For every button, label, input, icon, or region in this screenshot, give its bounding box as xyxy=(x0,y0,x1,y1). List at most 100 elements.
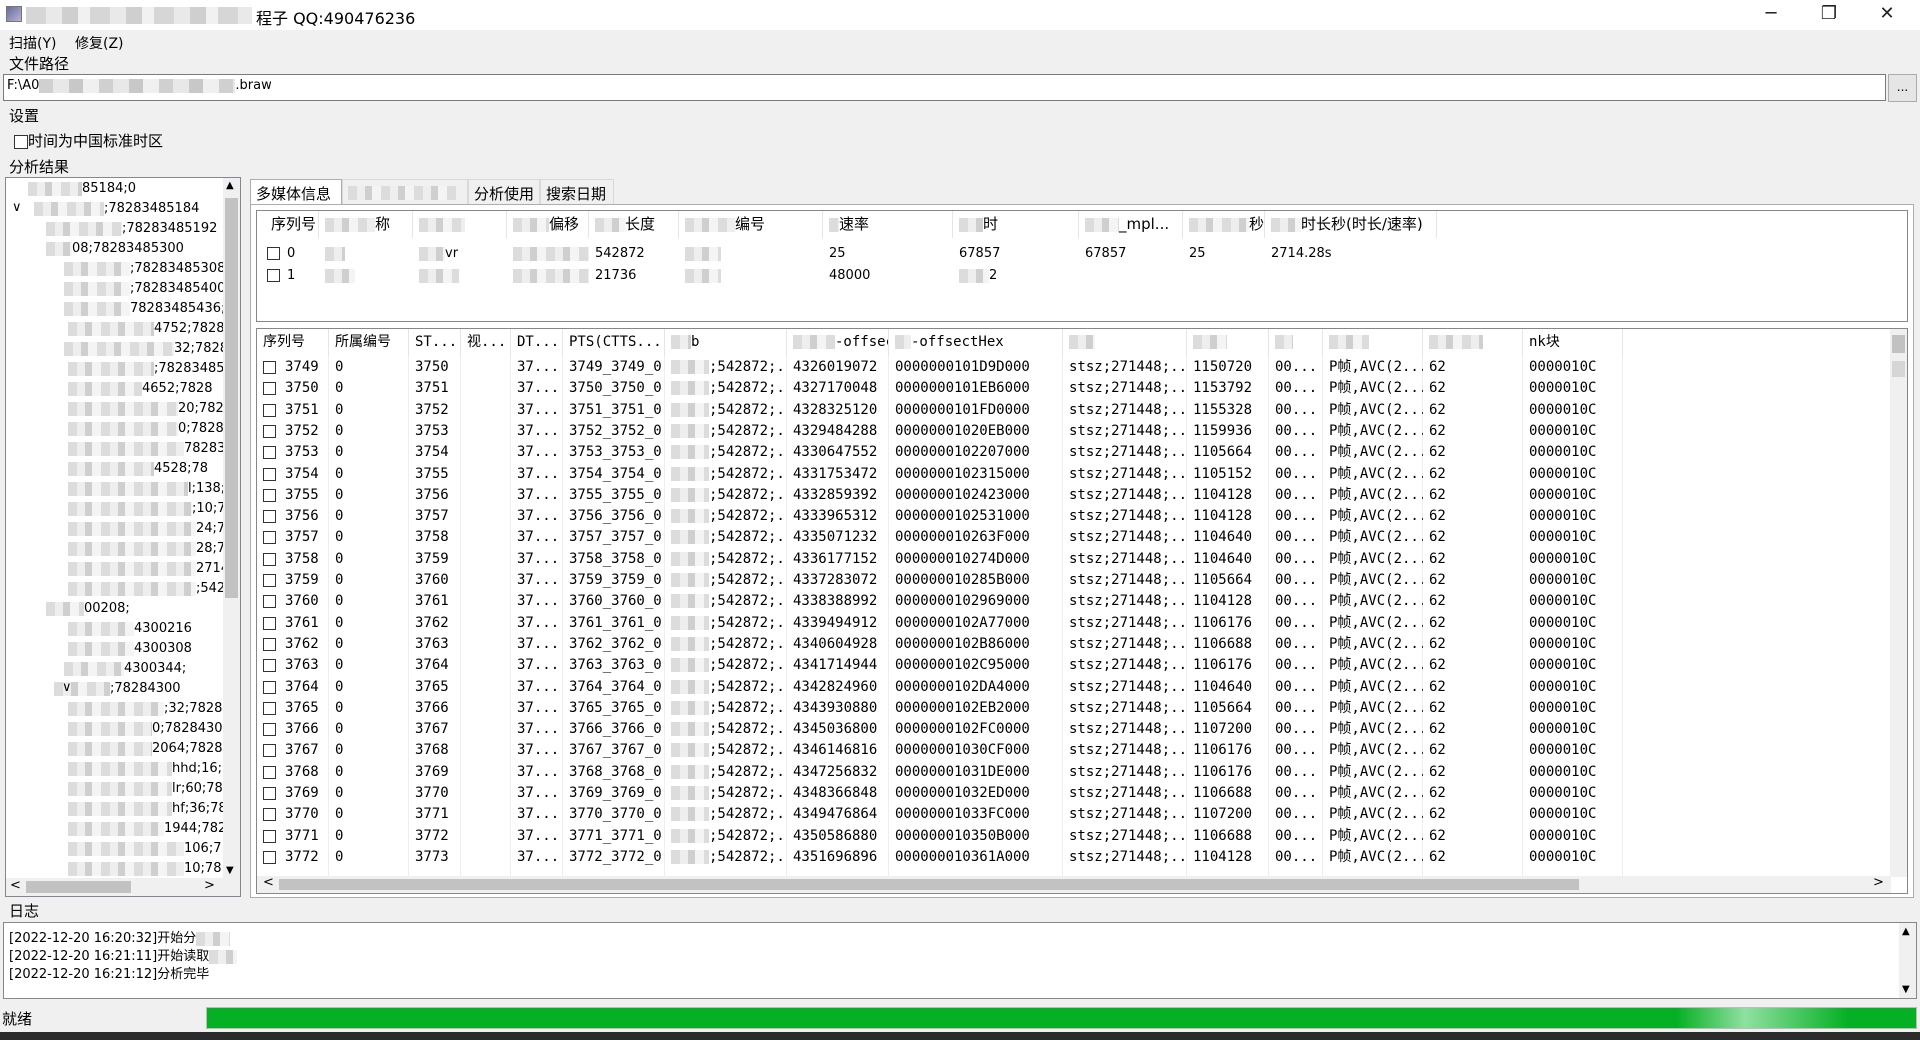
tree-node[interactable]: 78283 xyxy=(68,441,225,456)
top-col-header[interactable]: 时 xyxy=(953,211,1079,238)
table-row[interactable]: 3751 0 3752 37... 3751_3751_0 ;542872;... 4328… xyxy=(257,400,1891,421)
sample-table[interactable]: 序列号 所属编号 ST... 视... DT... PTS(CTTS... b -offsec… xyxy=(256,328,1908,894)
table-row[interactable]: 3771 0 3772 37... 3771_3771_0 ;542872;... 4350… xyxy=(257,826,1891,847)
tree-node[interactable]: ;5428 xyxy=(68,581,233,596)
table-row[interactable]: 3772 0 3773 37... 3772_3772_0 ;542872;... 4351… xyxy=(257,847,1891,868)
sample-col-header[interactable] xyxy=(1323,329,1423,356)
top-col-header[interactable]: 速率 xyxy=(823,211,953,238)
row-checkbox[interactable] xyxy=(263,744,276,758)
tree-node[interactable]: 2064;78284 xyxy=(68,741,231,756)
sample-col-header[interactable]: ST... xyxy=(409,329,461,356)
tree-node[interactable]: ;78283485184 xyxy=(34,201,199,216)
table-row[interactable]: 3770 0 3771 37... 3770_3770_0 ;542872;... 4349… xyxy=(257,804,1891,825)
table-row[interactable]: 3756 0 3757 37... 3756_3756_0 ;542872;... 4333… xyxy=(257,506,1891,527)
tree-node[interactable]: hf;36;78284 xyxy=(68,801,240,816)
tab-search-date[interactable]: 搜索日期 xyxy=(540,179,614,204)
top-col-header[interactable]: _mpl... xyxy=(1079,211,1183,238)
table-row[interactable]: 3769 0 3770 37... 3769_3769_0 ;542872;... 4348… xyxy=(257,783,1891,804)
table-row[interactable]: 3750 0 3751 37... 3750_3750_0 ;542872;... 4327… xyxy=(257,378,1891,399)
row-checkbox[interactable] xyxy=(263,723,276,737)
table-row[interactable]: 3768 0 3769 37... 3768_3768_0 ;542872;... 4347… xyxy=(257,762,1891,783)
table-row[interactable]: 3758 0 3759 37... 3758_3758_0 ;542872;... 4336… xyxy=(257,549,1891,570)
row-checkbox[interactable] xyxy=(263,680,276,694)
tree-node[interactable]: 0;78284300 xyxy=(68,721,231,736)
table-row[interactable]: 3765 0 3766 37... 3765_3765_0 ;542872;... 4343… xyxy=(257,698,1891,719)
top-col-header[interactable]: 秒解析... xyxy=(1183,211,1265,238)
tree-node[interactable]: hhd;16;78284 xyxy=(68,761,240,776)
sample-col-header[interactable]: -offsect xyxy=(787,329,889,356)
row-checkbox[interactable] xyxy=(267,269,280,282)
tree-node[interactable]: 10;78 xyxy=(68,861,221,876)
tree-node[interactable]: 20;7828 xyxy=(68,401,232,416)
sample-scroll-thumb-2[interactable] xyxy=(1892,361,1905,377)
row-checkbox[interactable] xyxy=(263,701,276,715)
tree-node[interactable]: ;78284300 xyxy=(54,681,181,696)
tree-node[interactable]: lr;60;78284 xyxy=(68,781,240,796)
sample-col-header[interactable] xyxy=(1187,329,1269,356)
tree-node[interactable]: ;78283485 xyxy=(68,361,225,376)
menu-repair[interactable]: 修复(Z) xyxy=(75,33,124,53)
row-checkbox[interactable] xyxy=(263,446,276,460)
top-col-header[interactable]: 时长秒(时长/速率) xyxy=(1265,211,1437,238)
row-checkbox[interactable] xyxy=(263,510,276,524)
sample-table-horizontal-scrollbar[interactable]: < > xyxy=(257,875,1891,893)
tree-expand-icon[interactable]: ∨ xyxy=(62,680,72,695)
row-checkbox[interactable] xyxy=(263,531,276,545)
file-path-input[interactable]: F:\A0 .braw xyxy=(3,74,1886,101)
row-checkbox[interactable] xyxy=(263,850,276,864)
table-row[interactable]: 3766 0 3767 37... 3766_3766_0 ;542872;... 4345… xyxy=(257,719,1891,740)
top-col-header[interactable]: 序列号 xyxy=(265,211,319,238)
tree-node[interactable]: 4528;78 xyxy=(68,461,208,476)
h-scroll-left-icon[interactable]: < xyxy=(263,875,274,890)
table-row[interactable]: 3753 0 3754 37... 3753_3753_0 ;542872;... 4330… xyxy=(257,442,1891,463)
scroll-up-icon[interactable]: ▲ xyxy=(226,180,234,191)
table-row[interactable]: 3749 0 3750 37... 3749_3749_0 ;542872;... 4326… xyxy=(257,357,1891,378)
tree-node[interactable]: 28;78 xyxy=(68,541,233,556)
table-row[interactable]: 3761 0 3762 37... 3761_3761_0 ;542872;... 4339… xyxy=(257,613,1891,634)
sample-col-header[interactable]: b xyxy=(665,329,787,356)
tab-analysis-usage[interactable]: 分析使用 xyxy=(468,179,540,204)
close-button[interactable]: ✕ xyxy=(1858,0,1916,30)
sample-col-header[interactable]: DT... xyxy=(511,329,563,356)
tree-node[interactable]: ;32;7828430 xyxy=(68,701,240,716)
table-row[interactable]: 3752 0 3753 37... 3752_3752_0 ;542872;... 4329… xyxy=(257,421,1891,442)
row-checkbox[interactable] xyxy=(263,488,276,502)
sample-scroll-thumb[interactable] xyxy=(1892,335,1905,353)
row-checkbox[interactable] xyxy=(263,659,276,673)
tab-media-info[interactable]: 多媒体信息 xyxy=(250,179,342,204)
menu-scan[interactable]: 扫描(Y) xyxy=(9,33,56,53)
tree-node[interactable]: l;138;7 xyxy=(68,481,233,496)
log-scroll-down-icon[interactable]: ▼ xyxy=(1902,984,1910,995)
row-checkbox[interactable] xyxy=(263,637,276,651)
row-checkbox[interactable] xyxy=(263,787,276,800)
scroll-right-icon[interactable]: > xyxy=(204,878,215,893)
top-col-header[interactable]: 称 xyxy=(319,211,413,238)
sample-hscroll-thumb[interactable] xyxy=(279,879,1579,890)
top-col-header[interactable] xyxy=(413,211,507,238)
tree-node[interactable]: ;78283485192 xyxy=(46,221,217,236)
tree-node[interactable]: 85184;0 xyxy=(28,181,136,196)
minimize-button[interactable]: ─ xyxy=(1742,0,1800,30)
tree-node[interactable]: ;78283485308 xyxy=(64,261,225,276)
structure-tree[interactable]: 85184;0 ;78283485184 ;78283485192 08;782834… xyxy=(5,177,241,897)
top-col-header[interactable]: 偏移 xyxy=(507,211,589,238)
table-row[interactable]: 3755 0 3756 37... 3755_3755_0 ;542872;... 4332… xyxy=(257,485,1891,506)
china-tz-checkbox[interactable] xyxy=(14,134,28,149)
scroll-left-icon[interactable]: < xyxy=(10,878,21,893)
top-col-header[interactable]: 编号 xyxy=(679,211,823,238)
row-checkbox[interactable] xyxy=(263,616,276,630)
tree-node[interactable]: 27144 xyxy=(68,561,237,576)
tree-node[interactable]: 08;78283485300 xyxy=(46,241,184,256)
tree-node[interactable]: 4652;7828 xyxy=(68,381,213,396)
table-row[interactable]: 3763 0 3764 37... 3763_3763_0 ;542872;... 4341… xyxy=(257,655,1891,676)
tree-node[interactable]: 4300308 xyxy=(68,641,192,656)
tree-node[interactable]: 106;7 xyxy=(68,841,221,856)
log-scrollbar[interactable]: ▲ ▼ xyxy=(1899,923,1916,998)
sample-col-header[interactable]: nk块 xyxy=(1523,329,1623,356)
tree-node[interactable]: ;10;78 xyxy=(68,501,234,516)
maximize-button[interactable]: ❐ xyxy=(1800,0,1858,30)
tree-node[interactable]: 4300216 xyxy=(68,621,192,636)
tree-node[interactable]: 78283485436; xyxy=(64,301,225,316)
tree-node[interactable]: 1944;782 xyxy=(68,821,226,836)
row-checkbox[interactable] xyxy=(263,467,276,481)
